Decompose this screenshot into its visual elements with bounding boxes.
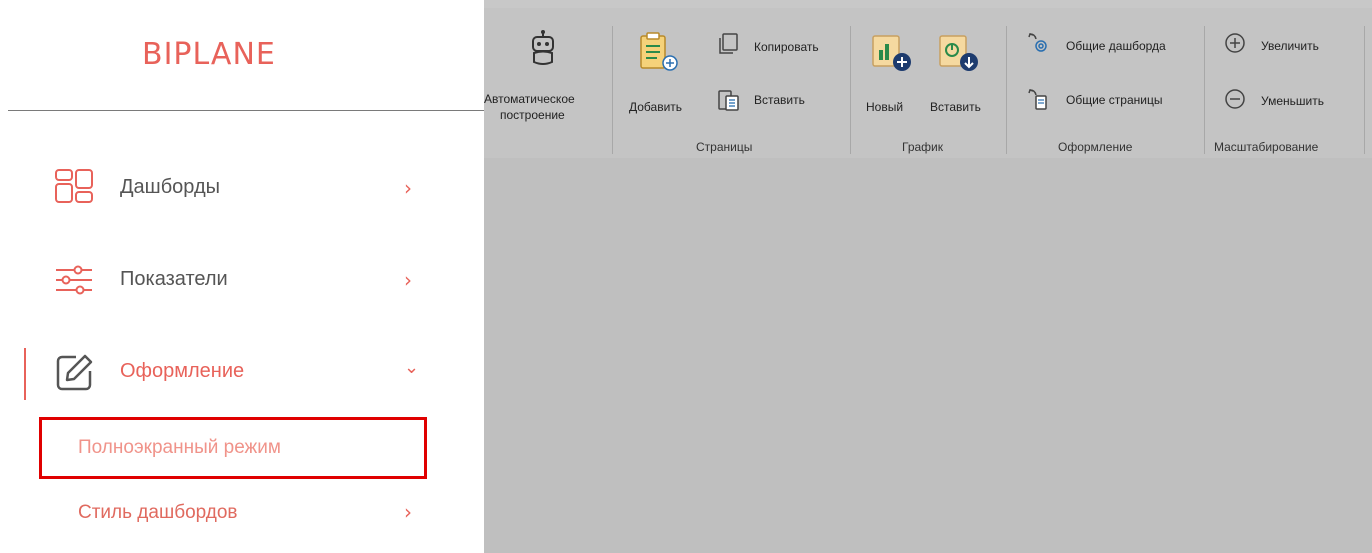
auto-build-label-2[interactable]: построение <box>500 108 565 122</box>
group-separator <box>1364 26 1365 154</box>
paste-page-button[interactable]: Вставить <box>754 93 805 107</box>
add-page-icon[interactable] <box>637 30 683 76</box>
sidebar: BIPLANE Дашборды › Показатели › Оформлен… <box>0 0 484 553</box>
shared-pages-icon[interactable] <box>1027 88 1049 110</box>
chevron-right-icon: › <box>404 500 412 524</box>
top-strip <box>484 0 1372 8</box>
group-separator <box>1204 26 1205 154</box>
group-separator <box>1006 26 1007 154</box>
sidebar-item-design[interactable]: Оформление ⌄ <box>0 353 484 403</box>
subitem-dashboard-style[interactable]: Стиль дашбордов <box>78 502 238 524</box>
sliders-icon <box>56 265 92 295</box>
app-logo: BIPLANE <box>142 37 276 72</box>
robot-icon[interactable] <box>528 30 558 68</box>
copy-page-button[interactable]: Копировать <box>754 40 819 54</box>
design-group-label: Оформление <box>1058 140 1133 154</box>
new-chart-button[interactable]: Новый <box>866 100 903 114</box>
add-page-button[interactable]: Добавить <box>629 100 682 114</box>
sidebar-divider <box>8 110 484 111</box>
shared-dashboards-icon[interactable] <box>1027 32 1049 54</box>
pages-group-label: Страницы <box>696 140 753 154</box>
sidebar-item-label: Оформление <box>120 360 245 382</box>
sidebar-item-label: Дашборды <box>120 176 220 198</box>
dashboard-grid-icon <box>55 169 93 203</box>
group-separator <box>612 26 613 154</box>
chart-group-label: График <box>902 140 943 154</box>
chevron-right-icon: › <box>404 176 412 200</box>
shared-dashboards-button[interactable]: Общие дашборда <box>1066 39 1166 53</box>
sidebar-item-dashboards[interactable]: Дашборды › <box>0 168 484 218</box>
workspace: Автоматическое построение Добавить Копир… <box>484 0 1372 553</box>
zoom-out-button[interactable]: Уменьшить <box>1261 94 1324 108</box>
ribbon-toolbar: Автоматическое построение Добавить Копир… <box>484 8 1372 158</box>
edit-icon <box>56 354 93 391</box>
copy-icon[interactable] <box>716 32 740 56</box>
zoom-out-icon[interactable] <box>1224 88 1246 110</box>
subitem-fullscreen[interactable]: Полноэкранный режим <box>78 437 281 459</box>
group-separator <box>850 26 851 154</box>
zoom-group-label: Масштабирование <box>1214 140 1319 154</box>
chevron-down-icon: ⌄ <box>404 357 420 378</box>
paste-chart-button[interactable]: Вставить <box>930 100 981 114</box>
zoom-in-icon[interactable] <box>1224 32 1246 54</box>
sidebar-item-label: Показатели <box>120 268 228 290</box>
new-chart-icon[interactable] <box>871 30 915 76</box>
paste-icon[interactable] <box>716 88 740 112</box>
auto-build-label-1[interactable]: Автоматическое <box>484 92 575 106</box>
zoom-in-button[interactable]: Увеличить <box>1261 39 1319 53</box>
sidebar-item-indicators[interactable]: Показатели › <box>0 260 484 310</box>
chevron-right-icon: › <box>404 268 412 292</box>
shared-pages-button[interactable]: Общие страницы <box>1066 93 1162 107</box>
paste-chart-icon[interactable] <box>938 30 982 76</box>
